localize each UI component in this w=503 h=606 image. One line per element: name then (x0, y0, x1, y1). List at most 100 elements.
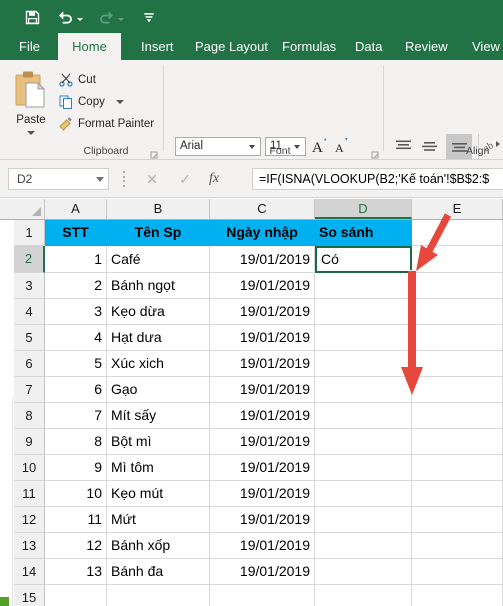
row-header-9[interactable]: 9 (14, 429, 45, 455)
undo-dropdown-caret[interactable] (77, 17, 83, 21)
paste-dropdown-caret[interactable] (27, 131, 35, 135)
cut-button[interactable]: Cut (58, 70, 96, 89)
cell-e1[interactable] (412, 220, 503, 246)
tab-page-layout[interactable]: Page Layout (186, 33, 277, 60)
row-header-12[interactable]: 12 (14, 507, 45, 533)
cell-b12[interactable]: Mứt (107, 507, 210, 533)
cell-e2[interactable] (412, 246, 503, 273)
cell-e6[interactable] (412, 351, 503, 377)
cell-e11[interactable] (412, 481, 503, 507)
cell-e3[interactable] (412, 273, 503, 299)
column-header-b[interactable]: B (107, 199, 210, 219)
cell-d10[interactable] (315, 455, 412, 481)
cell-c7[interactable]: 19/01/2019 (210, 377, 315, 403)
cell-b14[interactable]: Bánh đa (107, 559, 210, 585)
align-top-button[interactable] (394, 138, 413, 155)
column-header-d[interactable]: D (315, 199, 412, 219)
select-all-corner[interactable] (14, 199, 45, 219)
cell-c11[interactable]: 19/01/2019 (210, 481, 315, 507)
save-icon[interactable] (22, 7, 42, 27)
cell-b3[interactable]: Bánh ngọt (107, 273, 210, 299)
row-header-11[interactable]: 11 (14, 481, 45, 507)
cell-c6[interactable]: 19/01/2019 (210, 351, 315, 377)
cell-c9[interactable]: 19/01/2019 (210, 429, 315, 455)
cell-d7[interactable] (315, 377, 412, 403)
cell-a7[interactable]: 6 (45, 377, 107, 403)
cell-e4[interactable] (412, 299, 503, 325)
format-painter-button[interactable]: Format Painter (58, 114, 154, 133)
cell-a1[interactable]: STT (45, 220, 107, 246)
cell-a14[interactable]: 13 (45, 559, 107, 585)
cell-e9[interactable] (412, 429, 503, 455)
cell-b2[interactable]: Café (107, 246, 210, 273)
decrease-font-size-button[interactable]: A (333, 137, 351, 156)
cell-e12[interactable] (412, 507, 503, 533)
cell-e15[interactable] (412, 585, 503, 606)
cell-c15[interactable] (210, 585, 315, 606)
cell-d14[interactable] (315, 559, 412, 585)
cell-b7[interactable]: Gạo (107, 377, 210, 403)
cell-d4[interactable] (315, 299, 412, 325)
cell-d11[interactable] (315, 481, 412, 507)
cell-c2[interactable]: 19/01/2019 (210, 246, 315, 273)
tab-formulas[interactable]: Formulas (273, 33, 345, 60)
cell-e10[interactable] (412, 455, 503, 481)
tab-home[interactable]: Home (58, 33, 121, 60)
enter-formula-button[interactable]: ✓ (170, 168, 200, 190)
tab-review[interactable]: Review (396, 33, 457, 60)
cell-d5[interactable] (315, 325, 412, 351)
cell-c8[interactable]: 19/01/2019 (210, 403, 315, 429)
cell-e7[interactable] (412, 377, 503, 403)
cell-b13[interactable]: Bánh xốp (107, 533, 210, 559)
copy-dropdown-caret[interactable] (115, 99, 124, 104)
cell-b15[interactable] (107, 585, 210, 606)
row-header-14[interactable]: 14 (14, 559, 45, 585)
cell-a12[interactable]: 11 (45, 507, 107, 533)
cell-e13[interactable] (412, 533, 503, 559)
cell-c14[interactable]: 19/01/2019 (210, 559, 315, 585)
font-dialog-launcher[interactable] (371, 147, 380, 159)
undo-control[interactable] (55, 7, 83, 27)
column-header-e[interactable]: E (412, 199, 503, 219)
cell-e8[interactable] (412, 403, 503, 429)
column-header-a[interactable]: A (45, 199, 107, 219)
cell-d2[interactable]: Có (315, 246, 412, 273)
cell-a8[interactable]: 7 (45, 403, 107, 429)
cell-b8[interactable]: Mít sấy (107, 403, 210, 429)
fill-handle[interactable] (409, 270, 415, 276)
row-header-8[interactable]: 8 (14, 403, 45, 429)
cell-d6[interactable] (315, 351, 412, 377)
cell-d9[interactable] (315, 429, 412, 455)
align-middle-button[interactable] (420, 138, 439, 155)
row-header-3[interactable]: 3 (14, 273, 45, 299)
cell-d15[interactable] (315, 585, 412, 606)
row-header-10[interactable]: 10 (14, 455, 45, 481)
row-header-13[interactable]: 13 (14, 533, 45, 559)
column-header-c[interactable]: C (210, 199, 315, 219)
clipboard-dialog-launcher[interactable] (150, 147, 159, 159)
cell-a6[interactable]: 5 (45, 351, 107, 377)
cell-a11[interactable]: 10 (45, 481, 107, 507)
cell-a13[interactable]: 12 (45, 533, 107, 559)
formula-input[interactable]: =IF(ISNA(VLOOKUP(B2;'Kế toán'!$B$2:$ (252, 168, 503, 190)
cell-c10[interactable]: 19/01/2019 (210, 455, 315, 481)
cell-d1[interactable]: So sánh (315, 220, 412, 246)
tab-file[interactable]: File (10, 33, 49, 60)
cell-c4[interactable]: 19/01/2019 (210, 299, 315, 325)
cell-c5[interactable]: 19/01/2019 (210, 325, 315, 351)
cell-b5[interactable]: Hạt dưa (107, 325, 210, 351)
cell-a9[interactable]: 8 (45, 429, 107, 455)
cell-c13[interactable]: 19/01/2019 (210, 533, 315, 559)
customize-qat-icon[interactable] (139, 7, 159, 27)
row-header-1[interactable]: 1 (14, 220, 45, 246)
cell-a3[interactable]: 2 (45, 273, 107, 299)
row-header-4[interactable]: 4 (14, 299, 45, 325)
cell-b1[interactable]: Tên Sp (107, 220, 210, 246)
insert-function-button[interactable]: fx (198, 168, 230, 190)
cell-a2[interactable]: 1 (45, 246, 107, 273)
paste-button[interactable]: Paste (6, 68, 56, 146)
row-header-6[interactable]: 6 (14, 351, 45, 377)
cell-b4[interactable]: Kẹo dừa (107, 299, 210, 325)
cell-a10[interactable]: 9 (45, 455, 107, 481)
cell-c12[interactable]: 19/01/2019 (210, 507, 315, 533)
